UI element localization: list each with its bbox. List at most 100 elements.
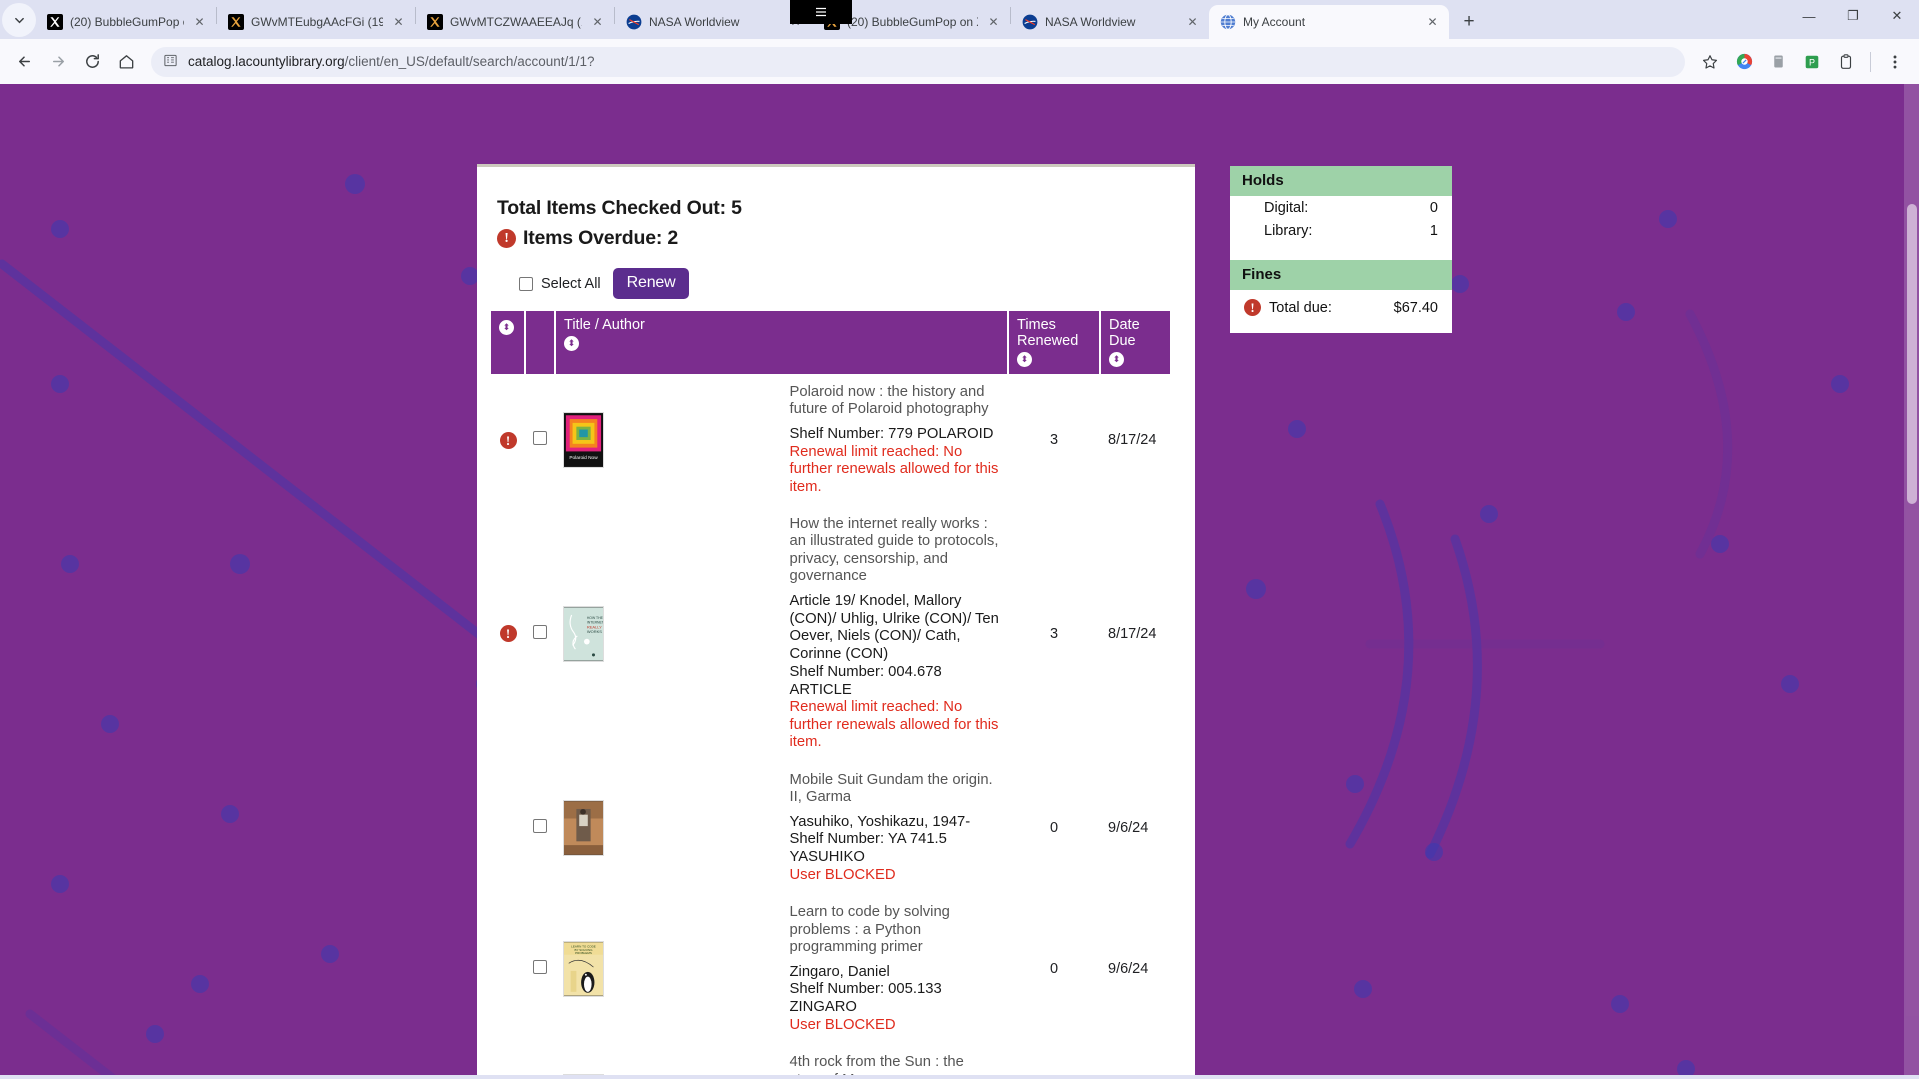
holds-digital-value: 0 <box>1429 200 1438 216</box>
gundam-cover[interactable] <box>563 799 604 856</box>
row-checkbox[interactable] <box>533 431 547 445</box>
web-page-viewport: Total Items Checked Out: 5 ! Items Overd… <box>0 84 1919 1075</box>
tab-close-icon[interactable]: ✕ <box>390 14 407 31</box>
browser-tab-my-account[interactable]: My Account ✕ <box>1209 5 1449 39</box>
row-title-cell: How the internet really works : an illus… <box>782 506 1009 762</box>
item-title[interactable]: Polaroid now : the history and future of… <box>790 384 1001 419</box>
item-shelf-number: Shelf Number: YA 741.5 YASUHIKO <box>789 831 947 866</box>
browser-tab-5[interactable]: NASA Worldview ✕ <box>1011 5 1209 39</box>
row-cover-cell: HOW THE INTERNET REALLY WORKS <box>555 506 782 762</box>
row-checkbox[interactable] <box>533 818 547 833</box>
table-row: ! Polaroid Now Polaroid now: the histor… <box>491 374 1170 506</box>
browser-tab-label: (20) BubbleGumPop on X: '@N <box>847 15 978 29</box>
maximize-window-button[interactable]: ❐ <box>1831 0 1875 32</box>
back-button[interactable] <box>8 46 40 78</box>
polaroid-now-cover[interactable]: Polaroid Now <box>563 412 604 468</box>
select-all-checkbox-top[interactable] <box>519 276 533 291</box>
extension-circle-icon[interactable] <box>1728 46 1760 78</box>
tab-search-chevron-icon[interactable] <box>2 3 36 37</box>
item-shelf-number: Shelf Number: 779 POLAROID <box>789 425 994 442</box>
row-title-cell: Polaroid now : the history and future of… <box>782 374 1009 506</box>
how-internet-works-cover[interactable]: HOW THE INTERNET REALLY WORKS <box>563 605 604 662</box>
item-warning: User BLOCKED <box>789 1016 896 1033</box>
holds-library-value: 1 <box>1429 223 1438 239</box>
row-title-cell: 4th rock from the Sun : the story of Mar… <box>782 1044 1009 1075</box>
x-logo-icon <box>228 14 244 30</box>
tab-close-icon[interactable]: ✕ <box>1184 14 1201 31</box>
row-select-cell <box>525 1044 555 1075</box>
row-title-cell: Mobile Suit Gundam the origin. II, Garma… <box>782 762 1009 895</box>
sort-toggle-icon[interactable]: ⬍ <box>1109 352 1124 367</box>
row-cover-cell: Polaroid Now <box>555 374 782 506</box>
toolbar-right-icons: P <box>1694 46 1911 78</box>
row-overdue-indicator <box>491 894 525 1044</box>
browser-tab-label: NASA Worldview <box>1045 15 1136 29</box>
page-info-icon[interactable] <box>163 53 178 71</box>
select-all-bar-top: Select All Renew <box>477 250 1195 311</box>
browser-tab-1[interactable]: GWvMTEubgAAcFGi (1912×10 ✕ <box>217 5 415 39</box>
row-overdue-indicator <box>491 762 525 895</box>
item-title[interactable]: 4th rock from the Sun : the story of Mar… <box>790 1054 1001 1075</box>
home-button[interactable] <box>110 46 142 78</box>
three-dot-menu-icon[interactable] <box>1879 46 1911 78</box>
sort-toggle-icon[interactable]: ⬍ <box>1017 352 1032 367</box>
minimize-window-button[interactable]: — <box>1787 0 1831 32</box>
url-text: catalog.lacountylibrary.org/client/en_US… <box>188 54 595 69</box>
col-header-checkbox <box>525 311 556 374</box>
close-window-button[interactable]: ✕ <box>1875 0 1919 32</box>
learn-to-code-cover[interactable]: LEARN TO CODE BY SOLVING PROBLEMS <box>563 941 604 998</box>
row-times-renewed: 3 <box>1049 625 1059 642</box>
item-shelf-number: Shelf Number: 005.133 ZINGARO <box>789 981 942 1016</box>
browser-toolbar: catalog.lacountylibrary.org/client/en_US… <box>0 39 1919 84</box>
star-icon[interactable] <box>1694 46 1726 78</box>
item-shelf-number: Shelf Number: 004.678 ARTICLE <box>789 663 942 698</box>
item-title[interactable]: Mobile Suit Gundam the origin. II, Garma <box>790 772 1001 807</box>
item-title[interactable]: Learn to code by solving problems : a Py… <box>790 904 1001 956</box>
globe-icon <box>1220 14 1236 30</box>
row-date-due: 9/6/24 <box>1100 1044 1170 1075</box>
forward-button[interactable] <box>42 46 74 78</box>
items-overdue-text: Items Overdue: 2 <box>523 227 679 249</box>
sort-toggle-icon[interactable]: ⬍ <box>499 320 514 335</box>
browser-tab-0[interactable]: (20) BubbleGumPop on X: '@J ✕ <box>36 5 216 39</box>
overlay-menu-icon <box>790 0 852 24</box>
browser-tab-2[interactable]: GWvMTCZWAAEEAJq (1919×1 ✕ <box>416 5 614 39</box>
page-scrollbar-track[interactable] <box>1904 84 1919 1075</box>
row-overdue-indicator: ! <box>491 374 525 506</box>
browser-tab-label: My Account <box>1243 15 1306 29</box>
checked-out-items-card: Total Items Checked Out: 5 ! Items Overd… <box>477 164 1195 1075</box>
holds-digital-label: Digital: <box>1264 200 1309 216</box>
item-author: Article 19/ Knodel, Mallory (CON)/ Uhlig… <box>789 592 999 663</box>
svg-text:WORKS: WORKS <box>587 629 602 634</box>
row-cover-cell: 4 ROCK FROM SUN NICKY JENNER <box>555 1044 782 1075</box>
new-tab-button[interactable]: + <box>1455 8 1483 36</box>
row-checkbox[interactable] <box>533 960 547 975</box>
total-checked-out-text: Total Items Checked Out: 5 <box>497 197 742 219</box>
holds-library-row: Library: 1 <box>1230 219 1452 242</box>
col-header-date-due-label: Date Due <box>1109 317 1140 349</box>
toolbar-divider <box>1870 51 1871 72</box>
page-scrollbar-thumb[interactable] <box>1907 204 1917 504</box>
clipboard-icon[interactable] <box>1830 46 1862 78</box>
nasa-icon <box>1022 14 1038 30</box>
tab-close-icon[interactable]: ✕ <box>191 14 208 31</box>
renew-button-top[interactable]: Renew <box>612 268 690 299</box>
browser-tab-label: NASA Worldview <box>649 15 740 29</box>
reload-button[interactable] <box>76 46 108 78</box>
tab-close-icon[interactable]: ✕ <box>1424 14 1441 31</box>
fines-total-label: Total due: <box>1269 299 1332 316</box>
row-times-renewed: 0 <box>1008 1044 1100 1075</box>
browser-tab-3[interactable]: NASA Worldview ✕ <box>615 5 812 39</box>
item-warning: User BLOCKED <box>789 866 896 883</box>
checked-out-items-table: ⬍ Title / Author ⬍ Times Renewed ⬍ Date … <box>491 311 1170 1075</box>
password-manager-icon[interactable]: P <box>1796 46 1828 78</box>
tab-close-icon[interactable]: ✕ <box>985 14 1002 31</box>
row-cover-cell: LEARN TO CODE BY SOLVING PROBLEMS <box>555 894 782 1044</box>
sort-toggle-icon[interactable]: ⬍ <box>564 336 579 351</box>
tab-close-icon[interactable]: ✕ <box>589 14 606 31</box>
address-bar[interactable]: catalog.lacountylibrary.org/client/en_US… <box>151 46 1685 77</box>
extension-grey-icon[interactable] <box>1762 46 1794 78</box>
row-checkbox[interactable] <box>533 624 547 639</box>
nasa-icon <box>626 14 642 30</box>
item-title[interactable]: How the internet really works : an illus… <box>790 516 1001 586</box>
